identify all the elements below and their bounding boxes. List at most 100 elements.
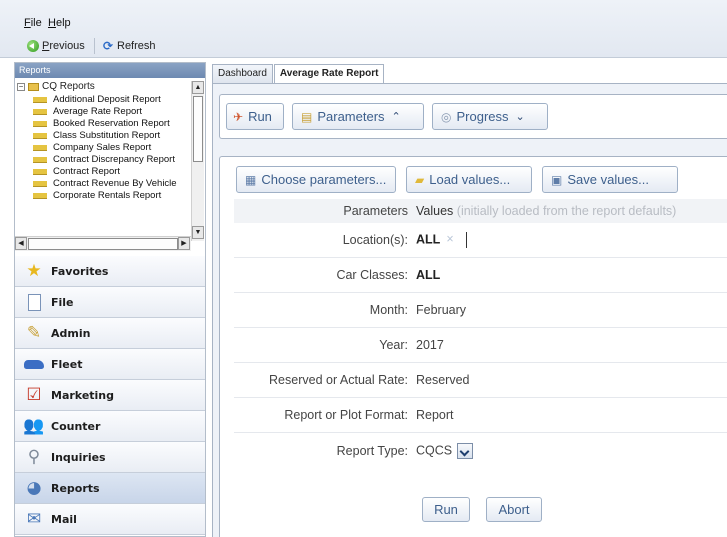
nav-item-reports[interactable]: ◕ Reports <box>15 473 205 504</box>
scroll-left-icon[interactable]: ◀ <box>15 237 27 250</box>
param-label: Year: <box>379 338 408 352</box>
tree-root[interactable]: − CQ Reports <box>17 81 95 92</box>
run-icon: ✈ <box>233 109 244 124</box>
load-values-button[interactable]: ▰ Load values... <box>406 166 532 193</box>
nav-item-inquiries[interactable]: ⚲ Inquiries <box>15 442 205 473</box>
parameters-toggle-button[interactable]: ▤ Parameters ⌃ <box>292 103 424 130</box>
location-chip: ALL <box>416 232 441 247</box>
tab-strip: Dashboard Average Rate Report <box>212 64 385 84</box>
menu-bar: File Help Previous ⟳ Refresh <box>0 0 727 58</box>
scroll-down-icon[interactable]: ▼ <box>192 226 204 239</box>
refresh-button[interactable]: ⟳ Refresh <box>99 37 159 55</box>
tree-vertical-scrollbar[interactable]: ▲ ▼ <box>191 81 204 241</box>
rate-value[interactable]: Reserved <box>416 373 470 387</box>
tree-item-label: Additional Deposit Report <box>53 94 161 105</box>
nav-label: Reports <box>51 481 100 495</box>
values-column-header: Values (initially loaded from the report… <box>416 204 676 218</box>
nav-item-favorites[interactable]: ★ Favorites <box>15 256 205 287</box>
nav-item-marketing[interactable]: ☑ Marketing <box>15 380 205 411</box>
tree-item[interactable]: Additional Deposit Report <box>33 94 161 105</box>
nav-item-admin[interactable]: ✎ Admin <box>15 318 205 349</box>
param-label: Report or Plot Format: <box>284 408 408 422</box>
reports-icon: ◕ <box>26 478 42 498</box>
tree-item[interactable]: Booked Reservation Report <box>33 118 170 129</box>
param-label: Month: <box>369 303 408 317</box>
tree-item-label: Company Sales Report <box>53 142 152 153</box>
collapse-icon[interactable]: − <box>17 82 25 91</box>
param-label: Reserved or Actual Rate: <box>269 373 408 387</box>
choose-parameters-button[interactable]: ▦ Choose parameters... <box>236 166 396 193</box>
marketing-icon: ☑ <box>26 385 42 405</box>
tree-item[interactable]: Contract Revenue By Vehicle <box>33 178 177 189</box>
report-tree: − CQ Reports Additional Deposit Report A… <box>15 78 205 238</box>
document-icon <box>23 291 45 313</box>
nav-item-counter[interactable]: 👥 Counter <box>15 411 205 442</box>
tab-average-rate-report[interactable]: Average Rate Report <box>273 64 385 84</box>
tree-item[interactable]: Class Substitution Report <box>33 130 160 141</box>
tab-dashboard[interactable]: Dashboard <box>212 64 273 83</box>
parameters-label: Parameters <box>317 109 385 124</box>
scroll-up-icon[interactable]: ▲ <box>192 81 204 94</box>
tree-item[interactable]: Contract Discrepancy Report <box>33 154 175 165</box>
tree-item[interactable]: Contract Report <box>33 166 120 177</box>
toolbar-separator <box>94 38 95 54</box>
format-value[interactable]: Report <box>416 408 454 422</box>
menu-file[interactable]: File <box>24 17 42 29</box>
choose-parameters-label: Choose parameters... <box>261 172 387 187</box>
location-input[interactable]: ALL × <box>416 232 467 248</box>
remove-chip-icon[interactable]: × <box>446 232 453 246</box>
nav-label: Admin <box>51 326 91 340</box>
admin-icon: ✎ <box>26 323 42 343</box>
param-row-rate: Reserved or Actual Rate: Reserved <box>234 363 727 398</box>
report-icon <box>33 120 47 127</box>
nav-sections: ★ Favorites File ✎ Admin Fleet ☑ Marketing … <box>15 256 205 535</box>
previous-button[interactable]: Previous <box>24 37 88 55</box>
car-classes-value[interactable]: ALL <box>416 268 440 282</box>
tree-item-label: Corporate Rentals Report <box>53 190 162 201</box>
menu-help[interactable]: Help <box>48 17 71 29</box>
progress-icon: ◎ <box>441 109 452 124</box>
param-row-format: Report or Plot Format: Report <box>234 398 727 433</box>
run-report-button[interactable]: Run <box>422 497 470 522</box>
nav-label: Fleet <box>51 357 83 371</box>
param-label: Report Type: <box>336 443 408 458</box>
previous-label: Previous <box>42 40 85 52</box>
tree-item[interactable]: Average Rate Report <box>33 106 142 117</box>
nav-item-fleet[interactable]: Fleet <box>15 349 205 380</box>
progress-toggle-button[interactable]: ◎ Progress ⌄ <box>432 103 548 130</box>
left-panel: Reports − CQ Reports Additional Deposit … <box>14 62 206 537</box>
nav-label: File <box>51 295 74 309</box>
tree-item[interactable]: Company Sales Report <box>33 142 151 153</box>
tree-item-label: Average Rate Report <box>53 106 143 117</box>
nav-label: Inquiries <box>51 450 106 464</box>
report-icon <box>33 168 47 175</box>
report-icon <box>33 108 47 115</box>
nav-label: Counter <box>51 419 101 433</box>
report-type-select[interactable]: CQCS <box>416 442 474 459</box>
param-label: Car Classes: <box>336 268 408 282</box>
run-button[interactable]: ✈ Run <box>226 103 284 130</box>
chevron-down-icon[interactable] <box>457 442 474 459</box>
parameters-icon: ▤ <box>301 109 313 124</box>
save-icon: ▣ <box>551 172 563 187</box>
parameters-header-row: Parameters Values (initially loaded from… <box>234 199 727 223</box>
progress-label: Progress <box>456 109 509 124</box>
users-icon: 👥 <box>23 416 45 436</box>
report-icon <box>33 144 47 151</box>
month-value[interactable]: February <box>416 303 466 317</box>
chevron-down-icon: ⌄ <box>515 111 525 123</box>
year-value[interactable]: 2017 <box>416 338 444 352</box>
nav-item-file[interactable]: File <box>15 287 205 318</box>
abort-button[interactable]: Abort <box>486 497 542 522</box>
tree-item[interactable]: Corporate Rentals Report <box>33 190 161 201</box>
tree-vertical-thumb[interactable] <box>193 96 203 162</box>
load-values-label: Load values... <box>429 172 511 187</box>
refresh-label: Refresh <box>117 40 156 52</box>
tree-horizontal-thumb[interactable] <box>28 238 178 250</box>
tree-horizontal-scrollbar[interactable]: ◀ ▶ <box>15 236 191 251</box>
parameters-column-header: Parameters <box>343 204 408 218</box>
save-values-button[interactable]: ▣ Save values... <box>542 166 678 193</box>
nav-item-mail[interactable]: ✉ Mail <box>15 504 205 535</box>
param-row-location: Location(s): ALL × <box>234 223 727 258</box>
scroll-right-icon[interactable]: ▶ <box>178 237 190 250</box>
